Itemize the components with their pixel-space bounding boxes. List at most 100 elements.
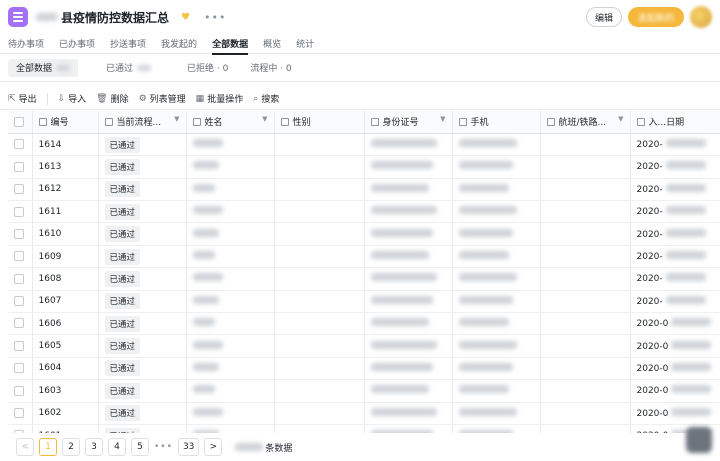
row-checkbox[interactable] bbox=[14, 228, 24, 239]
prev-page-button[interactable]: < bbox=[16, 438, 34, 456]
row-checkbox[interactable] bbox=[14, 363, 24, 374]
row-select-cell[interactable] bbox=[8, 155, 33, 179]
chevron-down-icon[interactable]: ▼ bbox=[262, 115, 267, 123]
redacted-value bbox=[192, 183, 215, 192]
cell-name bbox=[186, 334, 275, 358]
page-5-button[interactable]: 5 bbox=[131, 438, 149, 456]
page-last-button[interactable]: 33 bbox=[177, 438, 200, 456]
chevron-down-icon[interactable]: ▼ bbox=[440, 115, 445, 123]
redacted-value bbox=[458, 228, 513, 237]
row-select-cell[interactable] bbox=[8, 290, 33, 314]
filter-all-data[interactable]: 全部数据 bbox=[8, 58, 79, 77]
table-row[interactable]: 1612 已通过 2020- bbox=[8, 178, 720, 202]
table-row[interactable]: 1611 已通过 2020- bbox=[8, 200, 720, 224]
favorite-heart-icon[interactable]: ♥ bbox=[181, 12, 190, 23]
chevron-down-icon[interactable]: ▼ bbox=[174, 115, 179, 123]
row-checkbox[interactable] bbox=[14, 206, 24, 217]
cell-name bbox=[186, 222, 275, 246]
filter-in-progress[interactable]: 流程中 · 0 bbox=[242, 59, 299, 77]
tab-statistics[interactable]: 统计 bbox=[296, 34, 314, 54]
filter-rejected[interactable]: 已拒绝 · 0 bbox=[179, 59, 236, 77]
batch-action-button[interactable]: ▦ 批量操作 bbox=[196, 92, 244, 106]
chevron-down-icon[interactable]: ▼ bbox=[618, 115, 623, 123]
table-row[interactable]: 1601 已通过 2020-0 bbox=[8, 424, 720, 433]
redacted-value bbox=[665, 139, 706, 148]
select-all-cell[interactable] bbox=[8, 111, 33, 134]
import-button[interactable]: ⇩ 导入 bbox=[58, 92, 87, 106]
row-checkbox[interactable] bbox=[14, 251, 24, 262]
redacted-value bbox=[671, 407, 712, 416]
table-row[interactable]: 1610 已通过 2020- bbox=[8, 222, 720, 246]
column-header-phone[interactable]: 手机 bbox=[452, 111, 541, 134]
row-select-cell[interactable] bbox=[8, 178, 33, 202]
record-id: 1606 bbox=[38, 318, 62, 329]
row-select-cell[interactable] bbox=[8, 334, 33, 358]
tab-initiated[interactable]: 我发起的 bbox=[161, 34, 197, 54]
page-1-button[interactable]: 1 bbox=[39, 438, 57, 456]
tab-done[interactable]: 已办事项 bbox=[59, 34, 95, 54]
floating-help-button[interactable] bbox=[686, 427, 712, 453]
column-header-name[interactable]: 姓名 ▼ bbox=[186, 111, 275, 134]
record-id: 1610 bbox=[38, 229, 62, 240]
more-options-icon[interactable]: ••• bbox=[204, 11, 226, 24]
table-row[interactable]: 1608 已通过 2020- bbox=[8, 267, 720, 291]
column-header-id[interactable]: 编号 bbox=[32, 111, 99, 134]
row-checkbox[interactable] bbox=[14, 273, 24, 284]
row-checkbox[interactable] bbox=[14, 318, 24, 329]
page-3-button[interactable]: 3 bbox=[85, 438, 103, 456]
cell-phone bbox=[452, 402, 541, 425]
row-select-cell[interactable] bbox=[8, 357, 33, 381]
row-checkbox[interactable] bbox=[14, 340, 24, 351]
table-row[interactable]: 1614 已通过 2020- bbox=[8, 133, 720, 157]
row-checkbox[interactable] bbox=[14, 408, 24, 419]
table-row[interactable]: 1603 已通过 2020-0 bbox=[8, 379, 720, 403]
row-select-cell[interactable] bbox=[8, 312, 33, 336]
avatar[interactable] bbox=[690, 6, 712, 28]
row-checkbox[interactable] bbox=[14, 139, 24, 150]
column-manage-button[interactable]: ⚙ 列表管理 bbox=[139, 92, 186, 106]
table-row[interactable]: 1604 已通过 2020-0 bbox=[8, 357, 720, 381]
column-header-id-number[interactable]: 身份证号 ▼ bbox=[364, 111, 453, 134]
row-checkbox[interactable] bbox=[14, 184, 24, 195]
column-header-flight[interactable]: 航班/铁路... ▼ bbox=[540, 111, 631, 134]
table-row[interactable]: 1607 已通过 2020- bbox=[8, 290, 720, 314]
filter-approved[interactable]: 已通过 bbox=[98, 59, 159, 77]
page-4-button[interactable]: 4 bbox=[108, 438, 126, 456]
row-select-cell[interactable] bbox=[8, 379, 33, 403]
edit-button[interactable]: 编辑 bbox=[585, 7, 622, 27]
row-checkbox[interactable] bbox=[14, 296, 24, 307]
page-2-button[interactable]: 2 bbox=[62, 438, 80, 456]
row-select-cell[interactable] bbox=[8, 267, 33, 291]
row-select-cell[interactable] bbox=[8, 133, 33, 157]
tab-cc[interactable]: 抄送事项 bbox=[110, 34, 146, 54]
export-button[interactable]: ⇱ 导出 bbox=[8, 92, 37, 106]
row-checkbox[interactable] bbox=[14, 385, 24, 396]
row-select-cell[interactable] bbox=[8, 200, 33, 224]
row-select-cell[interactable] bbox=[8, 402, 33, 425]
delete-button[interactable]: 🗑 删除 bbox=[96, 92, 128, 106]
table-row[interactable]: 1609 已通过 2020- bbox=[8, 245, 720, 269]
column-header-entry-date[interactable]: 入...日期 bbox=[630, 111, 720, 134]
row-select-cell[interactable] bbox=[8, 245, 33, 269]
tab-all-data[interactable]: 全部数据 bbox=[212, 34, 249, 55]
tab-overview[interactable]: 概览 bbox=[263, 34, 281, 54]
row-checkbox[interactable] bbox=[14, 161, 24, 172]
next-page-button[interactable]: > bbox=[204, 438, 223, 456]
redacted-value bbox=[192, 161, 219, 170]
pagination-ellipsis[interactable]: ••• bbox=[154, 442, 173, 452]
select-all-checkbox[interactable] bbox=[14, 116, 24, 127]
record-id: 1614 bbox=[38, 139, 62, 150]
column-header-gender[interactable]: 性别 bbox=[274, 111, 365, 134]
row-checkbox[interactable] bbox=[14, 430, 24, 433]
table-row[interactable]: 1605 已通过 2020-0 bbox=[8, 334, 720, 358]
row-select-cell[interactable] bbox=[8, 424, 33, 433]
table-row[interactable]: 1606 已通过 2020-0 bbox=[8, 312, 720, 336]
row-select-cell[interactable] bbox=[8, 222, 33, 246]
cell-id-number bbox=[364, 334, 453, 358]
search-button[interactable]: ⌕ 搜索 bbox=[253, 92, 279, 106]
tab-todo[interactable]: 待办事项 bbox=[8, 34, 44, 54]
table-row[interactable]: 1602 已通过 2020-0 bbox=[8, 402, 720, 425]
column-header-status[interactable]: 当前流程... ▼ bbox=[98, 111, 187, 134]
table-row[interactable]: 1613 已通过 2020- bbox=[8, 155, 720, 179]
start-new-button[interactable]: 发起新的 bbox=[627, 7, 684, 27]
